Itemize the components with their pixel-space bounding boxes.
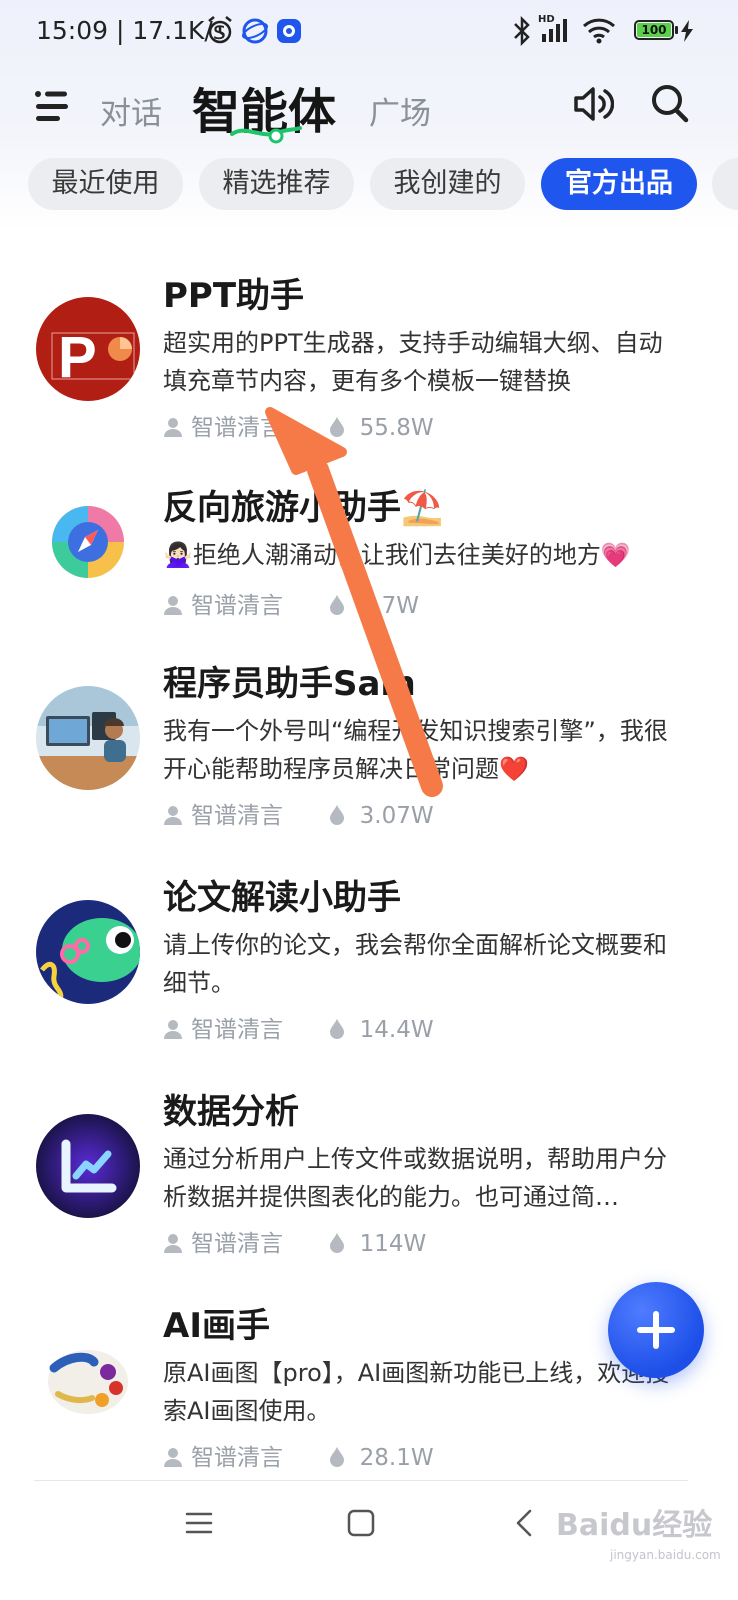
agent-author: 智谱清言: [191, 1445, 283, 1471]
agent-meta: 智谱清言 1.7W: [163, 586, 419, 622]
menu-icon[interactable]: [34, 86, 74, 126]
svg-text:P: P: [58, 325, 97, 390]
agent-description: 原AI画图【pro】，AI画图新功能已上线，欢迎搜索AI画图使用。: [163, 1359, 670, 1425]
user-icon: [163, 1018, 183, 1046]
agent-name: PPT助手: [163, 276, 305, 316]
ppt-logo-icon: P: [36, 297, 140, 401]
chart-logo-icon: [36, 1114, 140, 1218]
wifi-icon: [582, 16, 616, 48]
signal-icon: HD: [538, 14, 574, 48]
agent-meta: 智谱清言 114W: [163, 1224, 426, 1260]
agent-item-reverse-travel[interactable]: 反向旅游小助手⛱️ 🙅🏻‍♀️拒绝人潮涌动，让我们去往美好的地方💗 智谱清言 1…: [0, 476, 738, 646]
agent-uses: 28.1W: [359, 1445, 434, 1471]
recent-apps-icon[interactable]: [184, 1508, 214, 1542]
agent-description: 🙅🏻‍♀️拒绝人潮涌动，让我们去往美好的地方💗: [163, 541, 631, 569]
flame-icon: [328, 1232, 346, 1260]
agent-meta: 智谱清言 3.07W: [163, 796, 434, 832]
chip-more[interactable]: [712, 158, 738, 210]
battery-icon: 100: [634, 20, 678, 40]
user-icon: [163, 1232, 183, 1260]
agent-name: 论文解读小助手: [163, 878, 401, 918]
browser-app-icon: [242, 18, 268, 48]
agent-author: 智谱清言: [191, 1231, 283, 1257]
agent-meta: 智谱清言 14.4W: [163, 1010, 434, 1046]
agent-uses: 1.7W: [359, 593, 419, 619]
agent-name: AI画手: [163, 1306, 270, 1346]
agent-uses: 55.8W: [359, 415, 434, 441]
fish-illustration-icon: [36, 900, 140, 1004]
agent-description: 请上传你的论文，我会帮你全面解析论文概要和细节。: [163, 931, 667, 997]
agent-uses: 14.4W: [359, 1017, 434, 1043]
charging-icon: [680, 20, 694, 46]
agent-name: 反向旅游小助手⛱️: [163, 488, 444, 528]
active-tab-indicator: [230, 120, 302, 150]
watermark-url: jingyan.baidu.com: [610, 1548, 721, 1562]
agent-name: 数据分析: [163, 1092, 299, 1132]
flame-icon: [328, 1018, 346, 1046]
agent-meta: 智谱清言 28.1W: [163, 1438, 434, 1474]
user-icon: [163, 804, 183, 832]
chip-featured[interactable]: 精选推荐: [199, 158, 354, 210]
app-header: 对话 智能体 广场: [0, 62, 738, 148]
flame-icon: [328, 1446, 346, 1474]
status-time: 15:09 | 17.1K/s: [36, 16, 226, 45]
chip-recent[interactable]: 最近使用: [28, 158, 183, 210]
agent-author: 智谱清言: [191, 803, 283, 829]
battery-level: 100: [637, 23, 671, 37]
flame-icon: [328, 594, 346, 622]
status-bar: 15:09 | 17.1K/s HD 100: [0, 0, 738, 62]
agent-meta: 智谱清言 55.8W: [163, 408, 434, 444]
agent-description: 超实用的PPT生成器，支持手动编辑大纲、自动填充章节内容，更有多个模板一键替换: [163, 329, 663, 395]
agent-description: 我有一个外号叫“编程开发知识搜索引擎”，我很开心能帮助程序员解决日常问题❤️: [163, 717, 668, 783]
agent-item-programmer-sam[interactable]: 程序员助手Sam 我有一个外号叫“编程开发知识搜索引擎”，我很开心能帮助程序员解…: [0, 652, 738, 842]
alarm-icon: [206, 15, 234, 49]
nav-divider: [34, 1480, 688, 1481]
agent-item-paper-reader[interactable]: 论文解读小助手 请上传你的论文，我会帮你全面解析论文概要和细节。 智谱清言 14…: [0, 866, 738, 1056]
agent-uses: 114W: [359, 1231, 427, 1257]
add-agent-button[interactable]: [608, 1282, 704, 1378]
agent-name: 程序员助手Sam: [163, 664, 416, 704]
user-icon: [163, 416, 183, 444]
bluetooth-icon: [512, 15, 532, 50]
search-icon[interactable]: [650, 82, 690, 126]
chip-official[interactable]: 官方出品: [541, 158, 697, 210]
back-icon[interactable]: [512, 1508, 538, 1542]
flame-icon: [328, 804, 346, 832]
agent-author: 智谱清言: [191, 593, 283, 619]
category-chips: 最近使用 精选推荐 我创建的 官方出品: [0, 158, 738, 212]
watermark-logo: Baidu经验: [556, 1508, 713, 1543]
network-label: HD: [538, 14, 555, 25]
plus-icon: [637, 1311, 675, 1349]
chat-app-icon: [276, 18, 302, 48]
agent-uses: 3.07W: [359, 803, 434, 829]
home-icon[interactable]: [346, 1508, 376, 1542]
agent-description: 通过分析用户上传文件或数据说明，帮助用户分析数据并提供图表化的能力。也可通过简…: [163, 1145, 667, 1211]
flame-icon: [328, 416, 346, 444]
user-icon: [163, 1446, 183, 1474]
palette-illustration-icon: [36, 1328, 140, 1432]
tab-square[interactable]: 广场: [369, 88, 431, 133]
agent-author: 智谱清言: [191, 1017, 283, 1043]
programmer-illustration-icon: [36, 686, 140, 790]
compass-logo-icon: [36, 490, 140, 594]
user-icon: [163, 594, 183, 622]
tab-dialog[interactable]: 对话: [100, 88, 162, 133]
agent-item-data-analysis[interactable]: 数据分析 通过分析用户上传文件或数据说明，帮助用户分析数据并提供图表化的能力。也…: [0, 1080, 738, 1270]
chip-my-created[interactable]: 我创建的: [370, 158, 525, 210]
agent-author: 智谱清言: [191, 415, 283, 441]
speaker-icon[interactable]: [572, 84, 615, 124]
agent-item-ppt[interactable]: P PPT助手 超实用的PPT生成器，支持手动编辑大纲、自动填充章节内容，更有多…: [0, 262, 738, 452]
